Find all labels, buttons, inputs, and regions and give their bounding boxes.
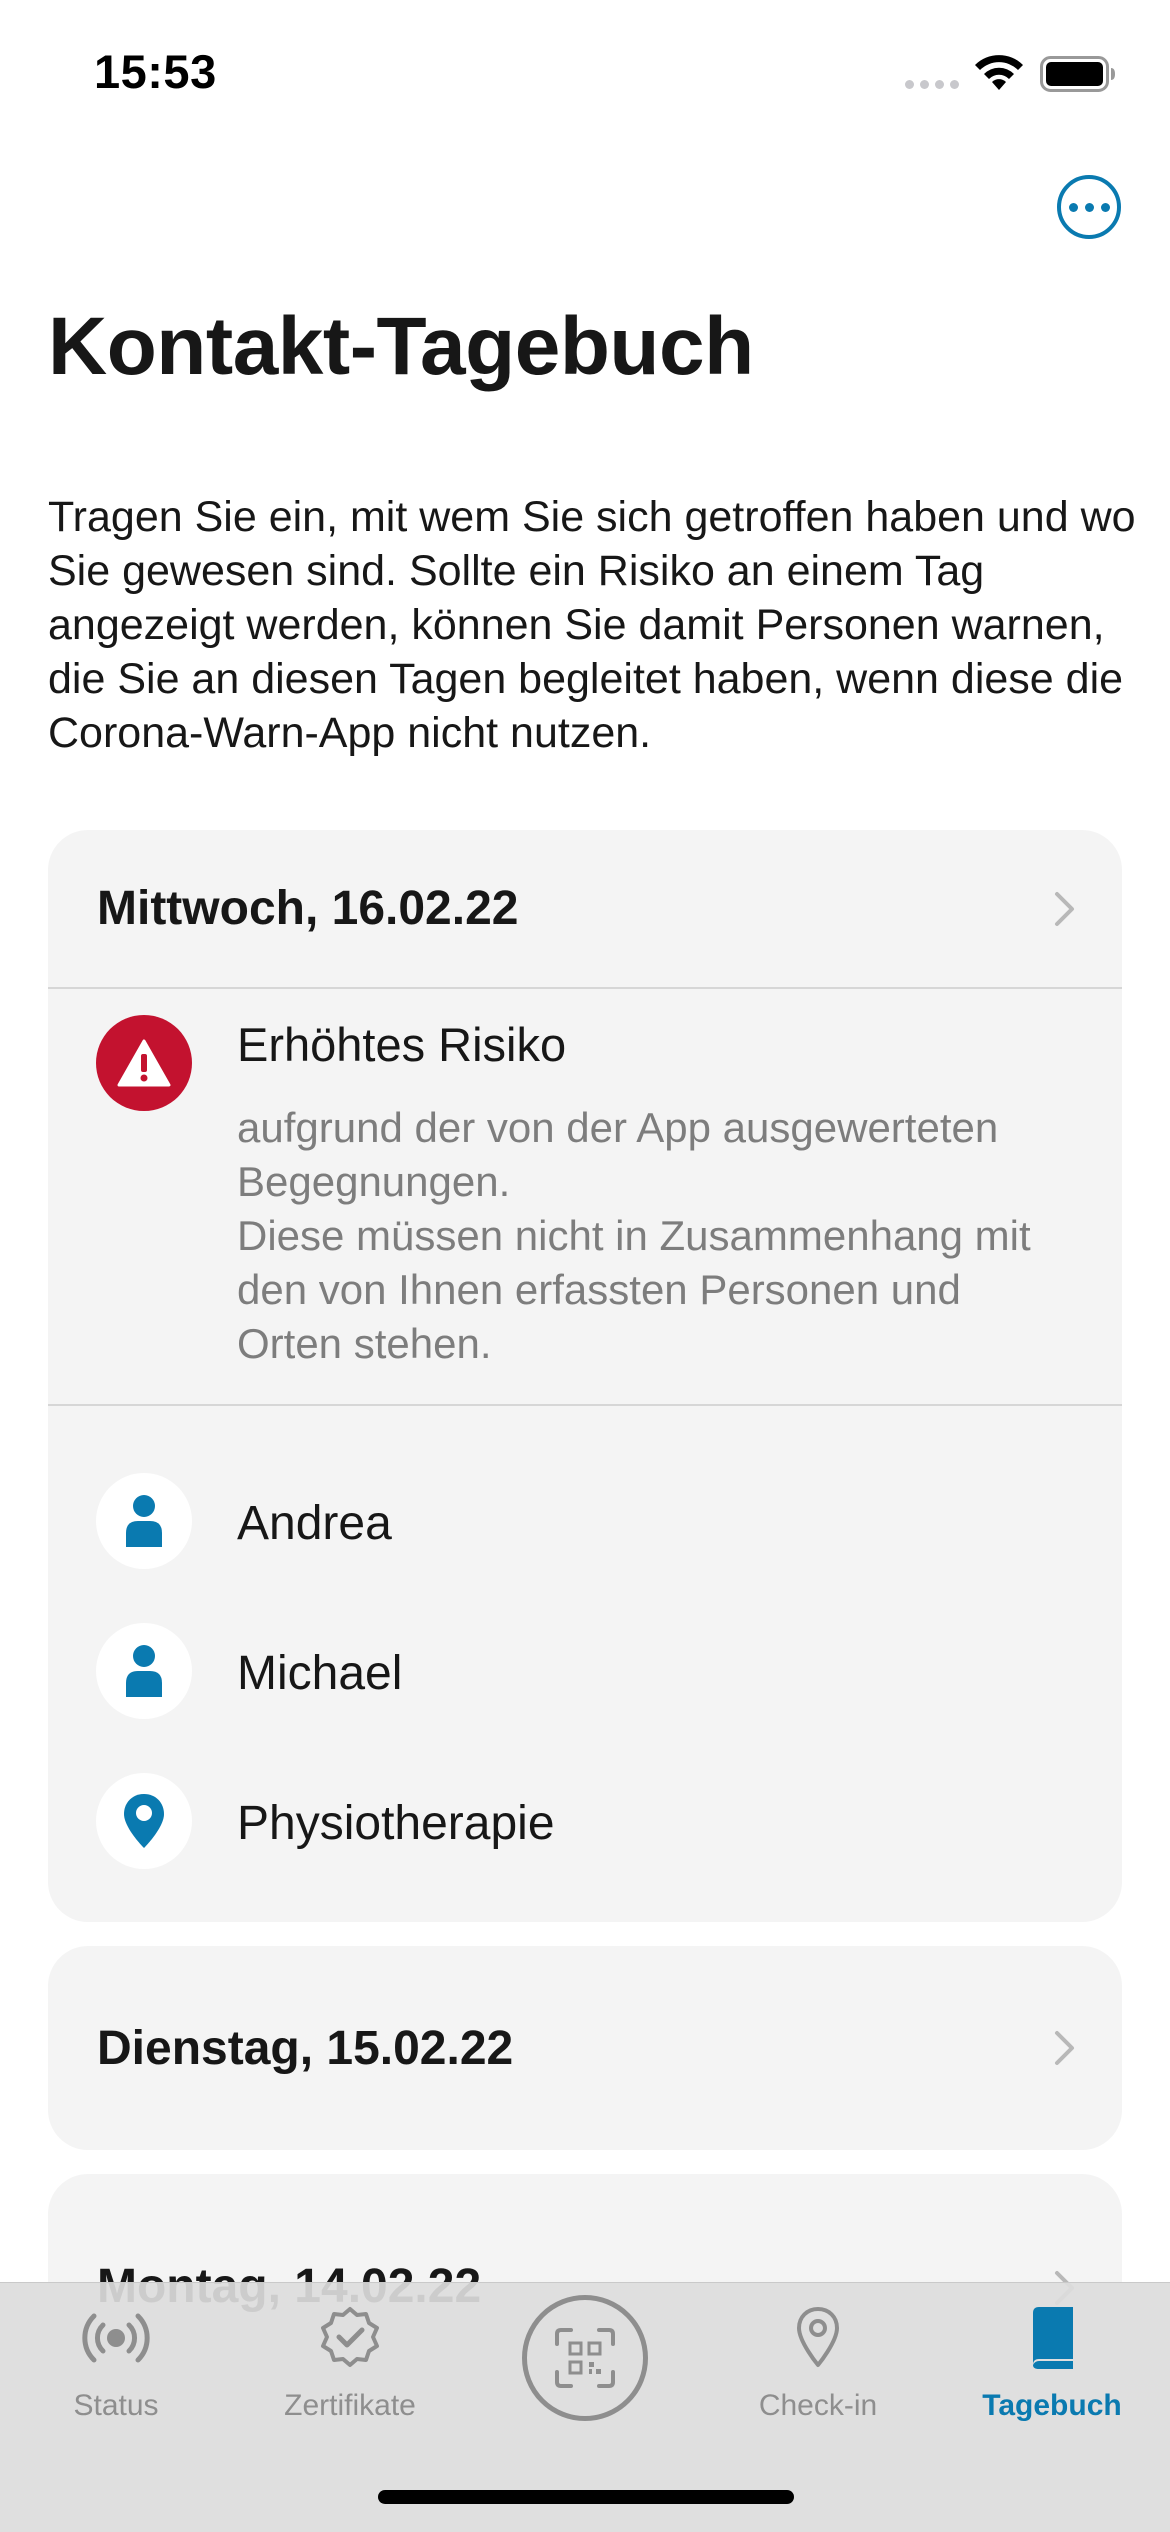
day-header-button[interactable]: Dienstag, 15.02.22 bbox=[48, 1946, 1122, 2150]
radar-icon bbox=[82, 2313, 150, 2363]
location-pin-icon bbox=[96, 1773, 192, 1869]
warning-triangle-icon bbox=[96, 1015, 192, 1111]
status-time: 15:53 bbox=[94, 45, 217, 98]
tab-check-in[interactable]: Check-in bbox=[718, 2303, 918, 2433]
ellipsis-circle-icon bbox=[1068, 202, 1078, 212]
entry-label: Physiotherapie bbox=[237, 1797, 555, 1850]
list-item[interactable]: Andrea bbox=[48, 1446, 1122, 1596]
certificate-badge-icon bbox=[321, 2307, 379, 2367]
status-bar: 15:53 bbox=[0, 0, 1170, 150]
home-indicator[interactable] bbox=[378, 2490, 794, 2504]
day-title: Mittwoch, 16.02.22 bbox=[97, 882, 519, 935]
day-card: Mittwoch, 16.02.22 Erhöhtes Risiko aufgr… bbox=[48, 830, 1122, 1922]
tab-status[interactable]: Status bbox=[16, 2303, 216, 2433]
battery-icon bbox=[1040, 56, 1115, 92]
day-header-button[interactable]: Mittwoch, 16.02.22 bbox=[48, 830, 1122, 987]
chevron-right-icon bbox=[1055, 891, 1074, 926]
tab-certificates[interactable]: Zertifikate bbox=[250, 2303, 450, 2433]
person-icon bbox=[96, 1623, 192, 1719]
intro-text: Tragen Sie ein, mit wem Sie sich getroff… bbox=[48, 493, 1136, 757]
person-icon bbox=[96, 1473, 192, 1569]
list-item[interactable]: Physiotherapie bbox=[48, 1746, 1122, 1896]
tab-label: Zertifikate bbox=[284, 2389, 416, 2422]
risk-title: Erhöhtes Risiko bbox=[237, 1018, 567, 1071]
page-title: Kontakt-Tagebuch bbox=[48, 301, 754, 392]
tab-label: Status bbox=[73, 2389, 159, 2422]
book-icon bbox=[1033, 2307, 1073, 2369]
entry-label: Michael bbox=[237, 1647, 403, 1700]
chevron-right-icon bbox=[1055, 2031, 1074, 2065]
tab-diary[interactable]: Tagebuch bbox=[952, 2303, 1152, 2433]
qr-scan-icon bbox=[555, 2328, 615, 2388]
qr-scan-button[interactable] bbox=[522, 2295, 648, 2421]
entry-list: Andrea Michael Physiotherapie bbox=[48, 1406, 1122, 1896]
risk-row: Erhöhtes Risiko aufgrund der von der App… bbox=[48, 989, 1122, 1404]
tab-label: Tagebuch bbox=[982, 2389, 1122, 2422]
wifi-icon bbox=[975, 55, 1023, 90]
list-item[interactable]: Michael bbox=[48, 1596, 1122, 1746]
entry-label: Andrea bbox=[237, 1497, 392, 1550]
more-options-button[interactable] bbox=[1057, 175, 1121, 239]
risk-description: aufgrund der von der App ausgewerteten B… bbox=[237, 1104, 1031, 1367]
cellular-signal-icon bbox=[905, 80, 959, 89]
day-title: Dienstag, 15.02.22 bbox=[97, 2021, 514, 2075]
day-card: Dienstag, 15.02.22 bbox=[48, 1946, 1122, 2150]
tab-label: Check-in bbox=[758, 2389, 878, 2422]
location-pin-icon bbox=[797, 2307, 839, 2367]
